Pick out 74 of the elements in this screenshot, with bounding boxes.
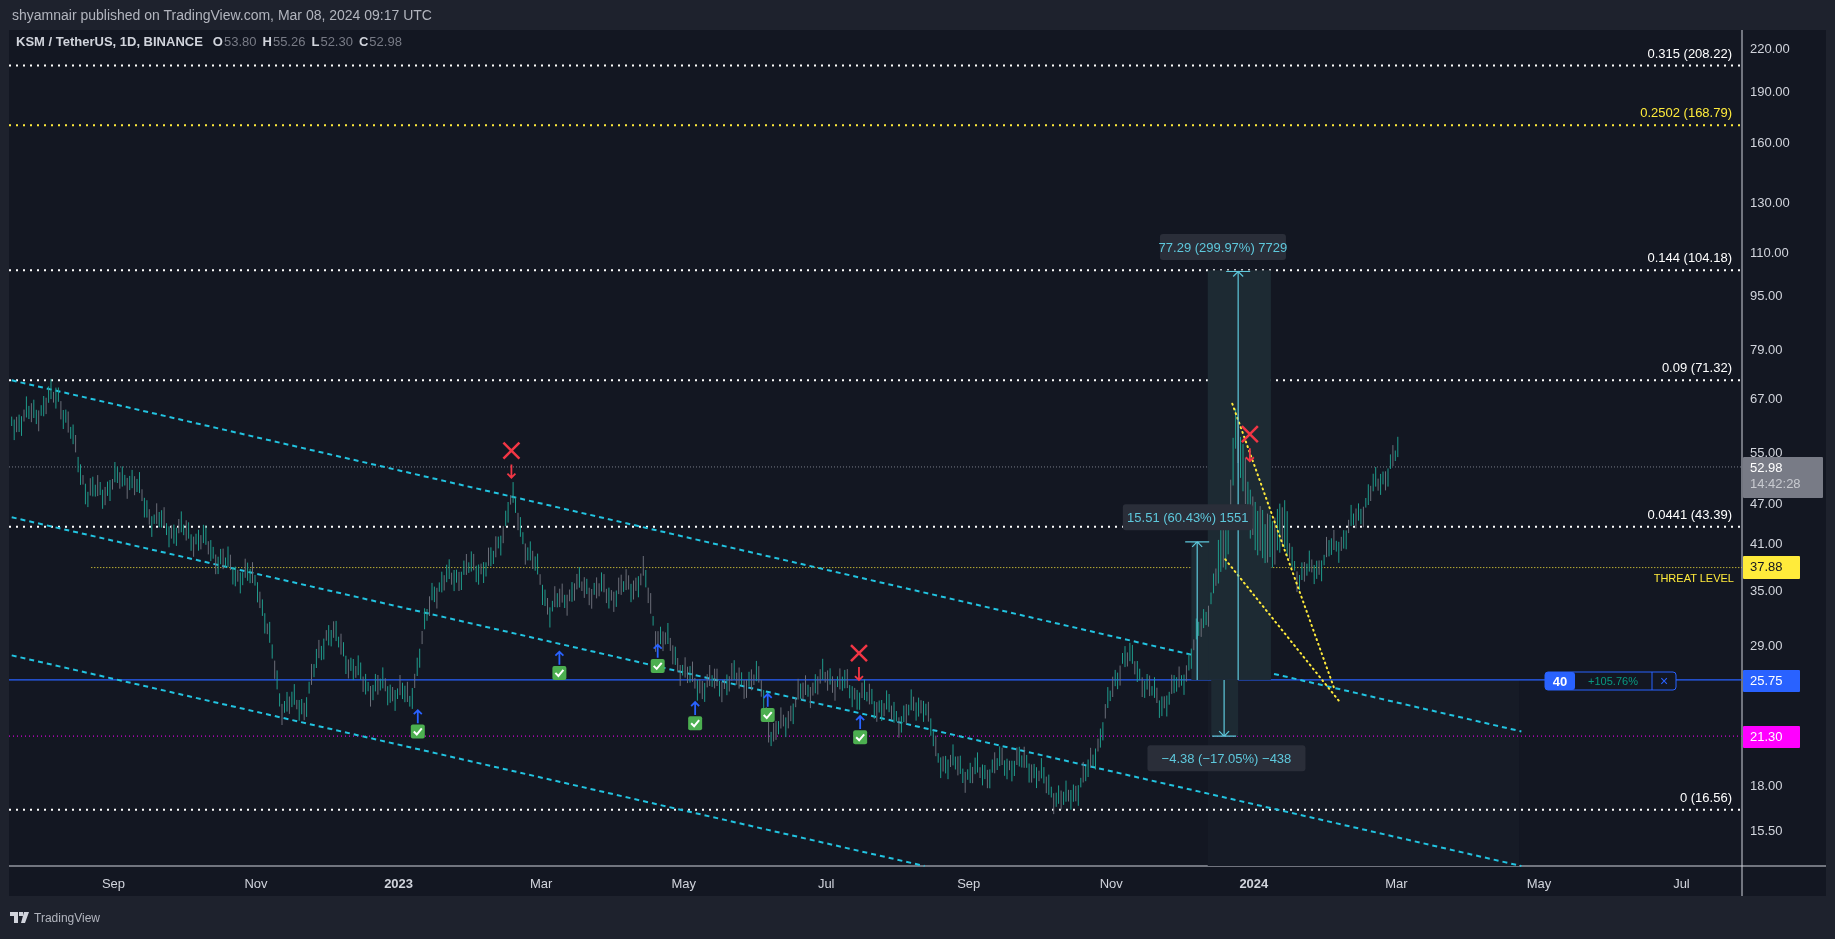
price-axis-label: 55.00 [1750, 444, 1783, 460]
price-axis-label: 95.00 [1750, 287, 1783, 303]
up-arrow-icon [412, 708, 423, 725]
symbol-title: KSM / TetherUS, 1D, BINANCE [16, 34, 203, 49]
check-icon [650, 658, 665, 673]
cross-icon [502, 441, 521, 460]
alert-change: +105.76% [1588, 675, 1638, 687]
time-axis-label: Mar [529, 876, 553, 891]
check-icon [552, 665, 567, 680]
time-axis-label: 2024 [1239, 876, 1269, 891]
measure-label: 15.51 (60.43%) 1551 [1122, 504, 1253, 531]
threat-level-label: THREAT LEVEL [1653, 571, 1734, 584]
time-axis-label: Nov [1099, 876, 1123, 891]
time-axis-label: May [1526, 876, 1552, 891]
price-axis-label: 67.00 [1750, 390, 1783, 406]
cross-icon [849, 643, 869, 663]
down-arrow-icon [854, 666, 864, 682]
check-icon [410, 724, 425, 739]
price-axis-label: 15.50 [1750, 822, 1783, 838]
up-arrow-icon [855, 714, 866, 730]
fib-level-label: 0.2502 (168.79) [1640, 105, 1732, 121]
publish-info: shyamnair published on TradingView.com, Mar 08, 2024 09:17 UTC [12, 7, 432, 23]
marked-price-tag: 21.30 [1743, 726, 1800, 748]
logo-icon[interactable] [10, 912, 30, 923]
ohlc-value: 53.80 [223, 34, 257, 49]
current-price-tag: 52.98 14:42:28 [1743, 457, 1823, 498]
check-icon [853, 730, 868, 745]
price-axis-label: 130.00 [1750, 195, 1790, 211]
price-axis-label: 41.00 [1750, 536, 1783, 551]
price-axis-label: 220.00 [1750, 41, 1790, 56]
check-icon [760, 708, 775, 723]
fib-level-label: 0.144 (104.18) [1647, 250, 1732, 266]
time-axis-label: 2023 [384, 876, 414, 891]
brand-name: TradingView [34, 910, 101, 925]
measure-label: 77.29 (299.97%) 7729 [1158, 233, 1288, 260]
price-axis-label: 160.00 [1750, 134, 1790, 150]
time-axis-label: Mar [1385, 876, 1408, 891]
time-axis-label: May [671, 876, 696, 891]
ohlc-label: C [358, 34, 369, 49]
price-axis-label: 110.00 [1750, 244, 1789, 260]
check-icon [688, 716, 703, 731]
ohlc-value: 55.26 [272, 34, 306, 49]
price-axis-label: 18.00 [1750, 778, 1783, 794]
up-arrow-icon [762, 692, 773, 708]
up-arrow-icon [554, 650, 565, 666]
price-axis-label: 79.00 [1750, 341, 1783, 357]
price-axis-label: 35.00 [1750, 582, 1783, 598]
time-axis-label: Jul [817, 876, 835, 891]
cross-icon [1240, 424, 1260, 444]
ohlc-label: H [262, 34, 272, 49]
up-arrow-icon [652, 643, 663, 659]
fib-level-label: 0.315 (208.22) [1647, 45, 1732, 61]
threat-level-tag: 37.88 [1743, 556, 1800, 579]
down-arrow-icon [1244, 447, 1255, 463]
measure-label: −4.38 (−17.05%) −438 [1147, 745, 1306, 772]
ohlc-label: O [212, 34, 223, 49]
up-arrow-icon [690, 700, 701, 716]
price-axis-label: 29.00 [1750, 637, 1783, 653]
down-arrow-icon [506, 463, 517, 479]
fib-level-label: 0.0441 (43.39) [1647, 506, 1732, 522]
ohlc-value: 52.98 [369, 34, 402, 49]
time-axis-label: Nov [244, 876, 268, 891]
time-axis-label: Sep [957, 876, 981, 891]
time-axis-label: Jul [1673, 876, 1690, 891]
alert-count: 40 [1545, 672, 1575, 690]
ohlc-value: 52.30 [320, 34, 353, 49]
price-axis-label: 47.00 [1750, 496, 1783, 512]
time-axis-label: Sep [101, 876, 126, 891]
price-axis-label: 190.00 [1750, 84, 1790, 100]
alert-price-tag: 25.75 [1743, 670, 1800, 692]
ohlc-label: L [311, 34, 320, 49]
fib-level-label: 0 (16.56) [1679, 789, 1732, 805]
close-button[interactable]: × [1659, 673, 1669, 689]
fib-level-label: 0.09 (71.32) [1661, 360, 1732, 376]
